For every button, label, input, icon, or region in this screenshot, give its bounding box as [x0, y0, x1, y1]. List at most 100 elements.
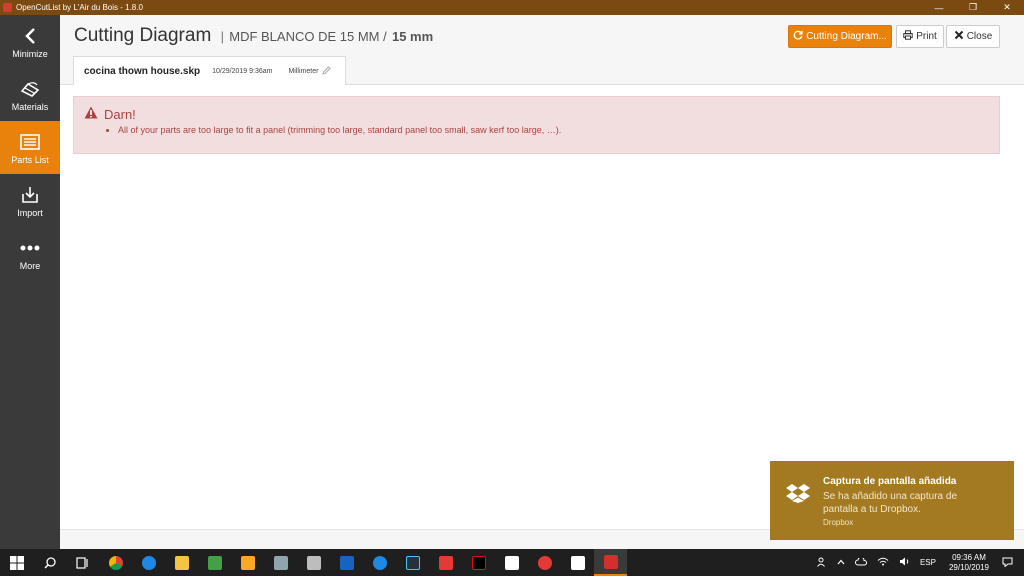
alert-heading-text: Darn! — [104, 106, 136, 122]
alert-heading: Darn! — [84, 106, 136, 122]
sidebar-item-parts-list[interactable]: Parts List — [0, 121, 60, 174]
file-date: 10/29/2019 9:36am — [212, 67, 273, 75]
app-icon — [339, 555, 354, 570]
sidebar-item-label: More — [19, 260, 41, 271]
store-icon — [504, 555, 519, 570]
taskbar-chrome[interactable] — [99, 549, 132, 576]
app-icon — [273, 555, 288, 570]
taskbar-edge[interactable] — [132, 549, 165, 576]
taskbar-video[interactable] — [528, 549, 561, 576]
list-icon — [20, 131, 40, 153]
material-name: MDF BLANCO DE 15 MM / — [229, 29, 387, 44]
sketchup-icon — [603, 554, 618, 569]
pencil-icon[interactable] — [322, 65, 332, 77]
cloud-icon[interactable] — [854, 556, 867, 568]
app-logo-icon — [3, 3, 12, 12]
close-button-label: Close — [966, 31, 993, 42]
taskbar-store[interactable] — [495, 549, 528, 576]
search-icon — [43, 556, 56, 569]
clock[interactable]: 09:36 AM 29/10/2019 — [949, 553, 989, 573]
print-button[interactable]: Print — [896, 25, 944, 48]
restore-window-button[interactable]: ❐ — [956, 0, 990, 15]
notification-body: Se ha añadido una captura de pantalla a … — [823, 491, 957, 515]
video-icon — [537, 555, 552, 570]
start-button[interactable] — [0, 549, 33, 576]
taskbar-app-6[interactable] — [396, 549, 429, 576]
cutting-diagram-button[interactable]: Cutting Diagram... — [788, 25, 892, 48]
task-view-button[interactable] — [66, 549, 99, 576]
close-button[interactable]: Close — [946, 25, 1000, 48]
edge-icon — [141, 555, 156, 570]
taskbar-autocad[interactable] — [429, 549, 462, 576]
search-button[interactable] — [33, 549, 66, 576]
taskbar-app-3[interactable] — [264, 549, 297, 576]
sidebar-item-label: Import — [17, 207, 43, 218]
material-thickness: 15 mm — [391, 29, 434, 44]
dropbox-notification[interactable]: Captura de pantalla añadida Se ha añadid… — [770, 461, 1014, 540]
window-title: OpenCutList by L'Air du Bois - 1.8.0 — [16, 3, 143, 12]
notifications-icon[interactable] — [1002, 557, 1013, 569]
language-indicator[interactable]: ESP — [920, 558, 936, 567]
dots-icon — [20, 237, 40, 259]
close-icon — [954, 30, 964, 43]
people-icon[interactable] — [817, 557, 827, 569]
refresh-icon — [793, 30, 803, 43]
globe-icon — [372, 555, 387, 570]
dropbox-icon — [786, 483, 810, 508]
windows-icon — [9, 555, 24, 570]
taskbar-app-4[interactable] — [330, 549, 363, 576]
taskbar-mail[interactable] — [561, 549, 594, 576]
sidebar: Minimize Materials Parts List Import Mor… — [0, 15, 60, 549]
import-icon — [21, 184, 39, 206]
length-unit: Millimeter — [288, 67, 319, 75]
taskbar-app-1[interactable] — [198, 549, 231, 576]
materials-icon — [20, 78, 40, 100]
mail-icon — [570, 555, 585, 570]
calculator-icon — [306, 555, 321, 570]
puzzle-icon — [207, 555, 222, 570]
page-title-text: Cutting Diagram — [74, 25, 212, 46]
cutting-diagram-button-label: Cutting Diagram... — [806, 31, 887, 42]
sidebar-item-label: Materials — [11, 101, 49, 112]
page-header: Cutting Diagram | MDF BLANCO DE 15 MM / … — [60, 15, 1024, 85]
app-icon — [405, 555, 420, 570]
taskbar-explorer[interactable] — [165, 549, 198, 576]
window-titlebar: OpenCutList by L'Air du Bois - 1.8.0 — ❐… — [0, 0, 1024, 15]
taskbar: ESP 09:36 AM 29/10/2019 — [0, 549, 1024, 576]
clock-time: 09:36 AM — [952, 552, 986, 562]
volume-icon[interactable] — [899, 557, 910, 568]
taskbar-calculator[interactable] — [297, 549, 330, 576]
page-title: Cutting Diagram | MDF BLANCO DE 15 MM / … — [74, 25, 433, 47]
warning-icon — [84, 106, 98, 122]
minimize-window-button[interactable]: — — [922, 0, 956, 15]
printer-icon — [903, 30, 913, 43]
title-separator: | — [220, 29, 224, 44]
sidebar-item-minimize[interactable]: Minimize — [0, 15, 60, 68]
close-window-button[interactable]: ✕ — [990, 0, 1024, 15]
autocad-icon — [438, 555, 453, 570]
alert-message: All of your parts are too large to fit a… — [118, 125, 561, 135]
sidebar-item-label: Minimize — [12, 48, 48, 59]
error-alert: Darn! All of your parts are too large to… — [73, 96, 1000, 154]
wifi-icon[interactable] — [877, 557, 889, 568]
chevron-up-icon[interactable] — [837, 558, 845, 567]
taskbar-sketchup[interactable] — [594, 549, 627, 576]
taskbar-app-2[interactable] — [231, 549, 264, 576]
notification-title: Captura de pantalla añadida — [823, 476, 957, 487]
clock-date: 29/10/2019 — [948, 562, 989, 572]
folder-icon — [174, 555, 189, 570]
system-tray: ESP 09:36 AM 29/10/2019 — [812, 549, 1018, 576]
taskbar-app-5[interactable] — [363, 549, 396, 576]
print-button-label: Print — [916, 31, 937, 42]
sidebar-item-more[interactable]: More — [0, 227, 60, 280]
taskbar-netflix[interactable] — [462, 549, 495, 576]
alert-list: All of your parts are too large to fit a… — [118, 125, 561, 135]
notification-source: Dropbox — [823, 518, 854, 527]
sidebar-item-materials[interactable]: Materials — [0, 68, 60, 121]
tab-file[interactable]: cocina thown house.skp 10/29/2019 9:36am… — [73, 56, 346, 85]
task-view-icon — [75, 556, 88, 569]
chevron-left-icon — [24, 25, 36, 47]
sidebar-item-label: Parts List — [11, 154, 49, 165]
file-name: cocina thown house.skp — [84, 65, 201, 77]
sidebar-item-import[interactable]: Import — [0, 174, 60, 227]
